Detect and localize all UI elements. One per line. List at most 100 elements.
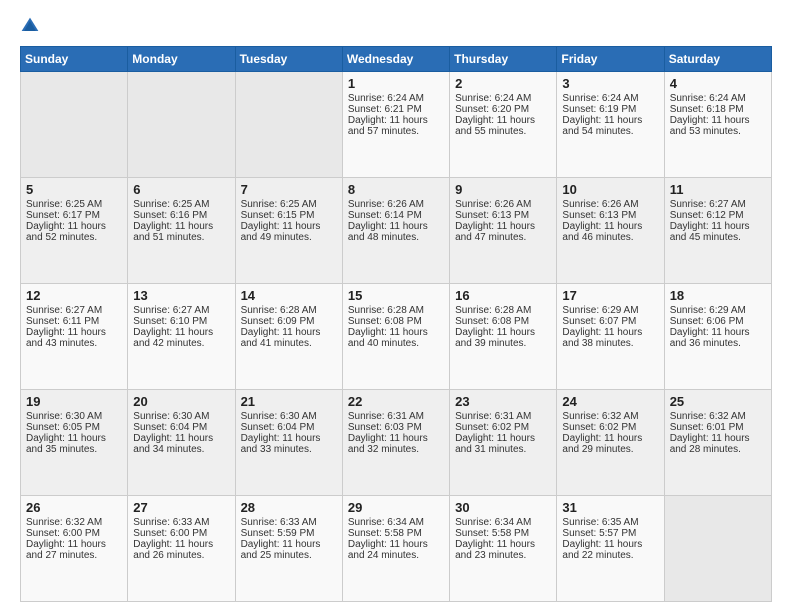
cell-content-line: Sunrise: 6:30 AM <box>241 411 337 422</box>
cell-content-line: and 55 minutes. <box>455 126 551 137</box>
day-header-tuesday: Tuesday <box>235 47 342 72</box>
cell-content-line: Sunset: 6:03 PM <box>348 422 444 433</box>
calendar-table: SundayMondayTuesdayWednesdayThursdayFrid… <box>20 46 772 602</box>
cell-content-line: Sunrise: 6:24 AM <box>455 93 551 104</box>
cell-content-line: Sunrise: 6:32 AM <box>562 411 658 422</box>
calendar-cell: 25Sunrise: 6:32 AMSunset: 6:01 PMDayligh… <box>664 390 771 496</box>
day-number: 1 <box>348 76 444 91</box>
cell-content-line: and 39 minutes. <box>455 338 551 349</box>
cell-content-line: Sunset: 6:04 PM <box>241 422 337 433</box>
day-header-thursday: Thursday <box>450 47 557 72</box>
cell-content-line: Sunrise: 6:27 AM <box>26 305 122 316</box>
cell-content-line: and 51 minutes. <box>133 232 229 243</box>
cell-content-line: Sunrise: 6:27 AM <box>670 199 766 210</box>
day-header-friday: Friday <box>557 47 664 72</box>
day-header-sunday: Sunday <box>21 47 128 72</box>
calendar-cell <box>664 496 771 602</box>
cell-content-line: Sunrise: 6:34 AM <box>455 517 551 528</box>
cell-content-line: and 38 minutes. <box>562 338 658 349</box>
cell-content-line: Sunrise: 6:31 AM <box>348 411 444 422</box>
cell-content-line: and 34 minutes. <box>133 444 229 455</box>
day-header-saturday: Saturday <box>664 47 771 72</box>
cell-content-line: Sunset: 6:13 PM <box>455 210 551 221</box>
cell-content-line: Sunset: 6:14 PM <box>348 210 444 221</box>
cell-content-line: Sunset: 6:10 PM <box>133 316 229 327</box>
day-number: 16 <box>455 288 551 303</box>
cell-content-line: Daylight: 11 hours <box>348 539 444 550</box>
day-number: 11 <box>670 182 766 197</box>
cell-content-line: Sunset: 6:16 PM <box>133 210 229 221</box>
cell-content-line: Sunset: 6:08 PM <box>348 316 444 327</box>
calendar-cell: 16Sunrise: 6:28 AMSunset: 6:08 PMDayligh… <box>450 284 557 390</box>
calendar-week-0: 1Sunrise: 6:24 AMSunset: 6:21 PMDaylight… <box>21 72 772 178</box>
day-number: 26 <box>26 500 122 515</box>
cell-content-line: and 28 minutes. <box>670 444 766 455</box>
cell-content-line: and 26 minutes. <box>133 550 229 561</box>
cell-content-line: Daylight: 11 hours <box>562 433 658 444</box>
day-number: 12 <box>26 288 122 303</box>
calendar-cell: 22Sunrise: 6:31 AMSunset: 6:03 PMDayligh… <box>342 390 449 496</box>
calendar-cell: 10Sunrise: 6:26 AMSunset: 6:13 PMDayligh… <box>557 178 664 284</box>
cell-content-line: and 33 minutes. <box>241 444 337 455</box>
day-number: 18 <box>670 288 766 303</box>
cell-content-line: Daylight: 11 hours <box>241 327 337 338</box>
calendar-cell: 11Sunrise: 6:27 AMSunset: 6:12 PMDayligh… <box>664 178 771 284</box>
cell-content-line: Sunrise: 6:24 AM <box>348 93 444 104</box>
cell-content-line: and 32 minutes. <box>348 444 444 455</box>
calendar-cell: 9Sunrise: 6:26 AMSunset: 6:13 PMDaylight… <box>450 178 557 284</box>
cell-content-line: and 47 minutes. <box>455 232 551 243</box>
cell-content-line: and 23 minutes. <box>455 550 551 561</box>
cell-content-line: and 53 minutes. <box>670 126 766 137</box>
cell-content-line: and 52 minutes. <box>26 232 122 243</box>
cell-content-line: Sunset: 6:09 PM <box>241 316 337 327</box>
day-number: 7 <box>241 182 337 197</box>
cell-content-line: Sunrise: 6:25 AM <box>241 199 337 210</box>
cell-content-line: Daylight: 11 hours <box>241 221 337 232</box>
cell-content-line: Sunrise: 6:28 AM <box>455 305 551 316</box>
calendar-week-1: 5Sunrise: 6:25 AMSunset: 6:17 PMDaylight… <box>21 178 772 284</box>
day-number: 6 <box>133 182 229 197</box>
logo-icon <box>20 16 40 36</box>
cell-content-line: Sunset: 6:02 PM <box>455 422 551 433</box>
calendar-cell: 5Sunrise: 6:25 AMSunset: 6:17 PMDaylight… <box>21 178 128 284</box>
cell-content-line: Sunset: 6:06 PM <box>670 316 766 327</box>
cell-content-line: Sunrise: 6:28 AM <box>348 305 444 316</box>
calendar-cell: 7Sunrise: 6:25 AMSunset: 6:15 PMDaylight… <box>235 178 342 284</box>
cell-content-line: and 46 minutes. <box>562 232 658 243</box>
day-header-wednesday: Wednesday <box>342 47 449 72</box>
cell-content-line: Sunrise: 6:34 AM <box>348 517 444 528</box>
calendar-cell: 14Sunrise: 6:28 AMSunset: 6:09 PMDayligh… <box>235 284 342 390</box>
cell-content-line: Daylight: 11 hours <box>455 433 551 444</box>
cell-content-line: Sunset: 6:07 PM <box>562 316 658 327</box>
cell-content-line: and 27 minutes. <box>26 550 122 561</box>
day-number: 25 <box>670 394 766 409</box>
cell-content-line: Sunrise: 6:30 AM <box>26 411 122 422</box>
cell-content-line: Sunset: 6:19 PM <box>562 104 658 115</box>
calendar-cell: 30Sunrise: 6:34 AMSunset: 5:58 PMDayligh… <box>450 496 557 602</box>
day-number: 10 <box>562 182 658 197</box>
day-number: 28 <box>241 500 337 515</box>
cell-content-line: Sunrise: 6:30 AM <box>133 411 229 422</box>
cell-content-line: Daylight: 11 hours <box>455 221 551 232</box>
day-number: 2 <box>455 76 551 91</box>
calendar-cell: 4Sunrise: 6:24 AMSunset: 6:18 PMDaylight… <box>664 72 771 178</box>
cell-content-line: and 49 minutes. <box>241 232 337 243</box>
calendar-header-row: SundayMondayTuesdayWednesdayThursdayFrid… <box>21 47 772 72</box>
cell-content-line: Daylight: 11 hours <box>241 539 337 550</box>
logo <box>20 16 44 36</box>
cell-content-line: Sunset: 5:58 PM <box>455 528 551 539</box>
cell-content-line: and 24 minutes. <box>348 550 444 561</box>
cell-content-line: Sunrise: 6:26 AM <box>348 199 444 210</box>
calendar-cell: 1Sunrise: 6:24 AMSunset: 6:21 PMDaylight… <box>342 72 449 178</box>
calendar-cell: 3Sunrise: 6:24 AMSunset: 6:19 PMDaylight… <box>557 72 664 178</box>
day-number: 23 <box>455 394 551 409</box>
cell-content-line: and 57 minutes. <box>348 126 444 137</box>
day-number: 9 <box>455 182 551 197</box>
cell-content-line: Daylight: 11 hours <box>133 539 229 550</box>
calendar-cell <box>21 72 128 178</box>
cell-content-line: Daylight: 11 hours <box>348 327 444 338</box>
cell-content-line: Sunset: 6:21 PM <box>348 104 444 115</box>
day-number: 21 <box>241 394 337 409</box>
day-number: 3 <box>562 76 658 91</box>
cell-content-line: Daylight: 11 hours <box>133 433 229 444</box>
